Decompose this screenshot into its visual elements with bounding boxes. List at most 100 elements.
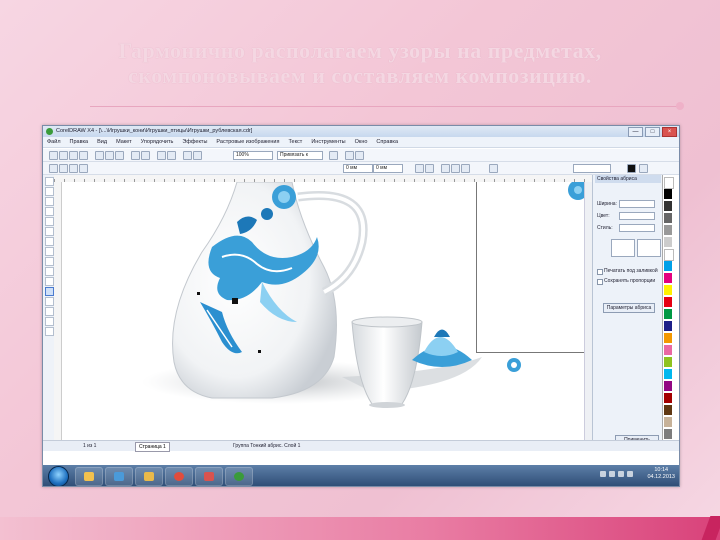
drawing-canvas[interactable] xyxy=(62,182,584,440)
palette-swatch[interactable] xyxy=(664,237,672,247)
options-icon[interactable] xyxy=(329,151,338,160)
palette-swatch[interactable] xyxy=(664,261,672,271)
taskbar-folder[interactable] xyxy=(135,467,163,486)
fill-color-swatch[interactable] xyxy=(627,164,636,173)
redo-icon[interactable] xyxy=(141,151,150,160)
order-icon[interactable] xyxy=(425,164,434,173)
palette-swatch[interactable] xyxy=(664,381,672,391)
palette-swatch[interactable] xyxy=(664,249,674,261)
menu-view[interactable]: Вид xyxy=(97,137,107,147)
shape-tool-icon[interactable] xyxy=(45,187,54,196)
zoom-tool-icon[interactable] xyxy=(45,207,54,216)
palette-swatch[interactable] xyxy=(664,369,672,379)
style-field[interactable] xyxy=(619,224,655,232)
outline-tool-icon[interactable] xyxy=(45,307,54,316)
taskbar-app[interactable] xyxy=(195,467,223,486)
tray-icon[interactable] xyxy=(618,471,624,477)
rectangle-tool-icon[interactable] xyxy=(45,237,54,246)
import-icon[interactable] xyxy=(157,151,166,160)
palette-swatch[interactable] xyxy=(664,297,672,307)
intersect-icon[interactable] xyxy=(461,164,470,173)
menu-tools[interactable]: Инструменты xyxy=(311,137,345,147)
maximize-button[interactable]: □ xyxy=(645,127,660,137)
menu-arrange[interactable]: Упорядочить xyxy=(141,137,174,147)
paste-icon[interactable] xyxy=(115,151,124,160)
color-field[interactable] xyxy=(619,212,655,220)
save-icon[interactable] xyxy=(69,151,78,160)
eyedropper-tool-icon[interactable] xyxy=(45,297,54,306)
grid-icon[interactable] xyxy=(345,151,354,160)
palette-swatch[interactable] xyxy=(664,333,672,343)
palette-swatch[interactable] xyxy=(664,357,672,367)
cap-preview[interactable] xyxy=(637,239,661,257)
crop-tool-icon[interactable] xyxy=(45,197,54,206)
outline-color-swatch[interactable] xyxy=(639,164,648,173)
palette-swatch[interactable] xyxy=(664,213,672,223)
palette-swatch-white[interactable] xyxy=(664,177,674,189)
menu-help[interactable]: Справка xyxy=(376,137,398,147)
taskbar-coreldraw[interactable] xyxy=(225,467,253,486)
basic-shapes-icon[interactable] xyxy=(45,267,54,276)
tray-icon[interactable] xyxy=(627,471,633,477)
windows-start-icon[interactable] xyxy=(48,466,69,486)
selection-handle[interactable] xyxy=(232,298,238,304)
menu-file[interactable]: Файл xyxy=(47,137,61,147)
copy-icon[interactable] xyxy=(105,151,114,160)
ungroup-icon[interactable] xyxy=(59,164,68,173)
interactive-fill-icon[interactable] xyxy=(45,327,54,336)
trim-icon[interactable] xyxy=(451,164,460,173)
palette-swatch[interactable] xyxy=(664,321,672,331)
keep-ratio-checkbox[interactable] xyxy=(597,279,603,285)
undo-icon[interactable] xyxy=(131,151,140,160)
guides-icon[interactable] xyxy=(355,151,364,160)
outline-options-button[interactable]: Параметры абриса xyxy=(603,303,655,313)
taskbar-chrome[interactable] xyxy=(165,467,193,486)
convert-icon[interactable] xyxy=(489,164,498,173)
menu-bitmaps[interactable]: Растровые изображения xyxy=(216,137,279,147)
clock[interactable]: 10:14 04.12.2013 xyxy=(647,467,675,481)
pick-tool-icon[interactable] xyxy=(45,177,54,186)
palette-swatch[interactable] xyxy=(664,417,672,427)
palette-swatch[interactable] xyxy=(664,225,672,235)
size-x-field[interactable]: 0 мм xyxy=(343,164,373,173)
polygon-tool-icon[interactable] xyxy=(45,257,54,266)
zoom-combo[interactable]: 100% xyxy=(233,151,273,160)
print-icon[interactable] xyxy=(79,151,88,160)
taskbar-explorer[interactable] xyxy=(75,467,103,486)
palette-swatch[interactable] xyxy=(664,309,672,319)
blend-tool-icon[interactable] xyxy=(45,287,54,296)
size-y-field[interactable]: 0 мм xyxy=(373,164,403,173)
close-button[interactable]: × xyxy=(662,127,677,137)
selection-handle[interactable] xyxy=(258,350,261,353)
fill-tool-icon[interactable] xyxy=(45,317,54,326)
palette-swatch[interactable] xyxy=(664,429,672,439)
text-tool-icon[interactable] xyxy=(45,277,54,286)
palette-swatch-black[interactable] xyxy=(664,189,672,199)
tray-icon[interactable] xyxy=(609,471,615,477)
ellipse-tool-icon[interactable] xyxy=(45,247,54,256)
palette-swatch[interactable] xyxy=(664,285,672,295)
palette-swatch[interactable] xyxy=(664,345,672,355)
corner-preview[interactable] xyxy=(611,239,635,257)
group-icon[interactable] xyxy=(49,164,58,173)
smart-fill-icon[interactable] xyxy=(45,227,54,236)
new-file-icon[interactable] xyxy=(49,151,58,160)
minimize-button[interactable]: — xyxy=(628,127,643,137)
palette-swatch[interactable] xyxy=(664,393,672,403)
width-field[interactable] xyxy=(619,200,655,208)
page-tab[interactable]: Страница 1 xyxy=(135,442,170,452)
app-launcher-icon[interactable] xyxy=(183,151,192,160)
welcome-icon[interactable] xyxy=(193,151,202,160)
palette-swatch[interactable] xyxy=(664,405,672,415)
freehand-tool-icon[interactable] xyxy=(45,217,54,226)
open-icon[interactable] xyxy=(59,151,68,160)
export-icon[interactable] xyxy=(167,151,176,160)
selection-handle[interactable] xyxy=(197,292,200,295)
tray-icon[interactable] xyxy=(600,471,606,477)
menu-window[interactable]: Окно xyxy=(355,137,368,147)
cut-icon[interactable] xyxy=(95,151,104,160)
menu-layout[interactable]: Макет xyxy=(116,137,132,147)
mirror-v-icon[interactable] xyxy=(79,164,88,173)
menu-edit[interactable]: Правка xyxy=(70,137,89,147)
align-icon[interactable] xyxy=(415,164,424,173)
